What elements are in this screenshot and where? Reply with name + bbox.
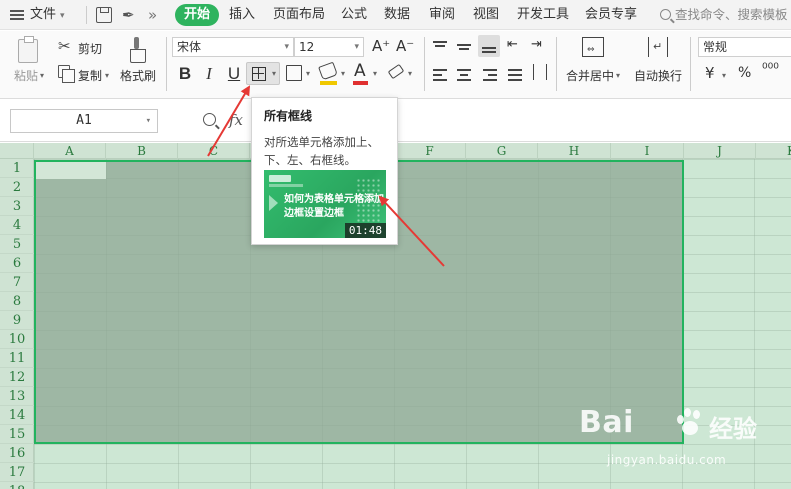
- watermark-logo-text: Bai: [579, 405, 634, 440]
- arrow-to-borders-button: [207, 85, 251, 157]
- watermark-brand: 经验: [709, 415, 757, 443]
- baidu-jingyan-watermark: Bai 经验 jingyan.baidu.com: [579, 405, 779, 485]
- watermark-url: jingyan.baidu.com: [607, 453, 727, 467]
- arrow-to-video: [378, 195, 445, 267]
- paw-icon: [675, 407, 705, 437]
